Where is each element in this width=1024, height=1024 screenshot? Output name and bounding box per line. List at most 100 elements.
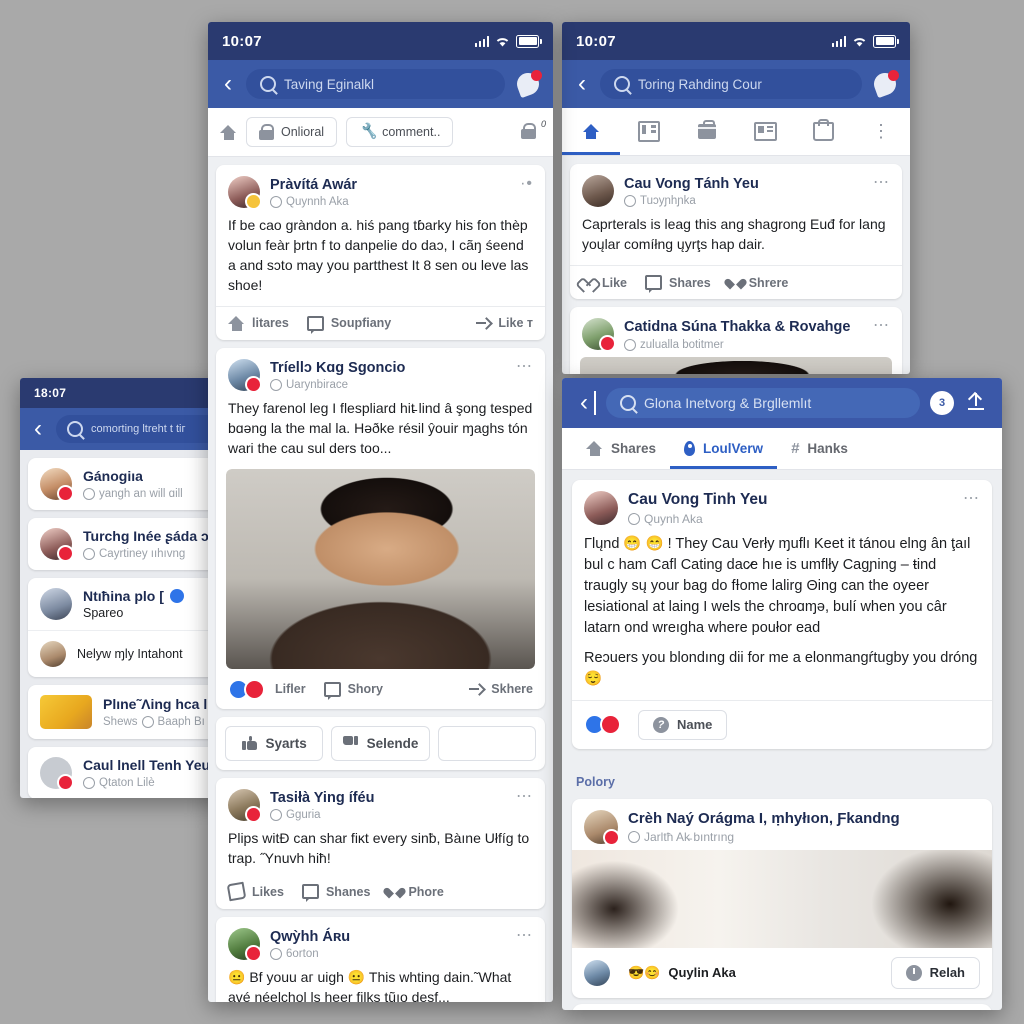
at-icon xyxy=(270,948,282,961)
button-empty[interactable] xyxy=(437,725,536,761)
action-share[interactable]: Like т xyxy=(476,316,533,330)
heart-icon xyxy=(729,277,742,289)
search-bar-bottom-right[interactable]: ‹ Glona Inetvorg & Brgllemlıt 3 xyxy=(562,378,1002,428)
feed-icon xyxy=(638,121,660,142)
button-syarts[interactable]: Syarts xyxy=(225,725,324,761)
post-actions: litares Soupfiany Like т xyxy=(216,305,545,340)
search-icon xyxy=(260,76,276,92)
post-card: Cau Vong Tinh Yeu Quynh Aka ⋯ Γlųnd 😁 😁 … xyxy=(572,480,992,749)
tab-feed[interactable] xyxy=(620,108,678,155)
action-likes[interactable]: Likes xyxy=(226,881,284,902)
list-item[interactable]: Caul lnell Tenh Yeu Qtaton Lilè xyxy=(28,747,232,798)
back-chevron-icon[interactable]: ‹ xyxy=(30,417,46,441)
tab-hanks[interactable]: # Hanks xyxy=(777,428,862,469)
badge-icon xyxy=(57,545,74,562)
panel-center: 10:07 ‹ Taving Eginalkl Onlioral 🔧 comme… xyxy=(208,22,553,1002)
post-menu-icon[interactable]: ⋯ xyxy=(516,358,533,374)
comment-bubble-icon xyxy=(306,315,324,334)
post-card: Pràvítá Awár Quynnh Aka ·• If be cao grà… xyxy=(216,165,545,340)
back-chevron-icon[interactable]: ‹ xyxy=(576,391,596,415)
tab-marketplace[interactable] xyxy=(678,108,736,155)
chip-comment[interactable]: 🔧 comment.. xyxy=(346,117,454,147)
name-chip-button[interactable]: ? Name xyxy=(638,709,728,740)
avatar[interactable] xyxy=(584,491,618,525)
avatar[interactable] xyxy=(584,959,610,986)
home-icon[interactable] xyxy=(220,124,237,140)
list-item-name: Ntıħina plo [ xyxy=(83,588,220,604)
post-menu-icon[interactable]: ⋯ xyxy=(873,318,890,334)
search-bar-left[interactable]: ‹ comorting ltreht t tiг xyxy=(20,408,240,450)
back-chevron-icon[interactable]: ‹ xyxy=(220,72,236,96)
badge-icon xyxy=(245,805,262,823)
upload-icon[interactable] xyxy=(964,391,988,415)
author-handle: Jarltħ Ak̵ bıntrıng xyxy=(628,830,980,844)
list-item[interactable]: Gánogiıa yangh an will ɑill xyxy=(28,458,232,510)
wifi-icon xyxy=(496,37,509,46)
post-menu-icon[interactable]: ⋯ xyxy=(963,491,980,507)
action-like[interactable]: Lifler xyxy=(228,678,306,700)
action-shares[interactable]: Shanes xyxy=(301,884,370,903)
tab-news[interactable] xyxy=(736,108,794,155)
post-author: Qwỳhh Áʀu 6orton xyxy=(270,928,506,961)
badge-icon xyxy=(245,945,262,963)
search-input-left[interactable]: comorting ltreht t tiг xyxy=(56,415,230,443)
action-share[interactable]: Shrere xyxy=(729,276,789,290)
search-input-bottom-right[interactable]: Glona Inetvorg & Brgllemlıt xyxy=(606,388,920,418)
post-media[interactable] xyxy=(572,849,992,948)
avatar[interactable] xyxy=(228,788,262,823)
avatar[interactable] xyxy=(228,928,262,963)
tab-shares[interactable]: Shares xyxy=(572,428,670,469)
reactions-icon[interactable] xyxy=(584,714,621,736)
post-author: Tasiłà Ying íféu Gguria xyxy=(270,789,506,822)
action-share[interactable]: Skhere xyxy=(469,682,533,696)
action-phore[interactable]: Phore xyxy=(388,885,443,899)
action-comment[interactable]: Shares xyxy=(645,275,711,294)
avatar[interactable] xyxy=(582,175,614,207)
counter-badge[interactable]: 3 xyxy=(930,391,954,415)
post-card: Cau Vong Tánh Yeu Tuɔyɲhɲka ⋯ Caprterals… xyxy=(570,164,902,300)
tab-shop[interactable] xyxy=(794,108,852,155)
post-media[interactable] xyxy=(580,356,892,374)
list-item[interactable]: Ntıħina plo [ Spareo xyxy=(28,578,232,630)
relah-button[interactable]: Relah xyxy=(890,956,980,989)
list-item[interactable]: Turchg Inée ʂáda ɔ Cayrtiney ııhıvng xyxy=(28,518,232,570)
author-handle: 6orton xyxy=(270,948,506,961)
search-placeholder: Taving Eginalkl xyxy=(284,76,375,92)
post-menu-icon[interactable]: ⋯ xyxy=(516,928,533,944)
search-bar-center[interactable]: ‹ Taving Eginalkl xyxy=(208,60,553,108)
messenger-icon[interactable] xyxy=(870,69,900,99)
tab-more[interactable]: ⋮ xyxy=(852,108,910,155)
author-handle: Uarynbirace xyxy=(270,379,506,392)
action-comment[interactable]: Soupfiany xyxy=(306,315,391,334)
action-like[interactable]: Like xyxy=(582,276,627,290)
chip-onlioral[interactable]: Onlioral xyxy=(246,117,338,147)
post-menu-icon[interactable]: ·• xyxy=(520,176,533,192)
action-litares[interactable]: litares xyxy=(228,315,289,331)
search-bar-top-right[interactable]: ‹ Toring Rahding Cour xyxy=(562,60,910,108)
post-menu-icon[interactable]: ⋯ xyxy=(516,789,533,805)
tab-loulverw[interactable]: LoulVerw xyxy=(670,428,778,469)
lock-badge-button[interactable]: 0 xyxy=(521,119,546,142)
button-selende[interactable]: Selende xyxy=(331,725,430,761)
messenger-icon[interactable] xyxy=(513,69,543,99)
post-header: Crèh Naý Orágma I, ṃhyłıon, Ƒkandng Jarl… xyxy=(572,799,992,850)
list-item[interactable]: Nelyw ɱly Intahont xyxy=(28,630,232,677)
badge-icon xyxy=(57,485,74,502)
list-item[interactable]: Plıne˜Λing hca lıą Shews Baaph Bı xyxy=(28,685,232,739)
avatar[interactable] xyxy=(228,358,262,393)
search-input-center[interactable]: Taving Eginalkl xyxy=(246,69,505,99)
post-menu-icon[interactable]: ⋯ xyxy=(873,175,890,191)
post-actions: Like Shares Shrere xyxy=(570,265,902,299)
avatar[interactable] xyxy=(584,809,620,846)
avatar[interactable] xyxy=(228,176,262,210)
search-input-top-right[interactable]: Toring Rahding Cour xyxy=(600,69,862,99)
post-media[interactable] xyxy=(226,468,535,669)
signal-bars-icon xyxy=(831,35,846,47)
tab-home[interactable] xyxy=(562,108,620,155)
back-chevron-icon[interactable]: ‹ xyxy=(574,72,590,96)
avatar[interactable] xyxy=(582,318,616,353)
status-bar-left: 18:07 xyxy=(20,378,240,408)
news-icon xyxy=(753,122,777,141)
feed-top-right: Cau Vong Tánh Yeu Tuɔyɲhɲka ⋯ Caprterals… xyxy=(562,156,910,374)
action-comment[interactable]: Shory xyxy=(323,681,383,700)
